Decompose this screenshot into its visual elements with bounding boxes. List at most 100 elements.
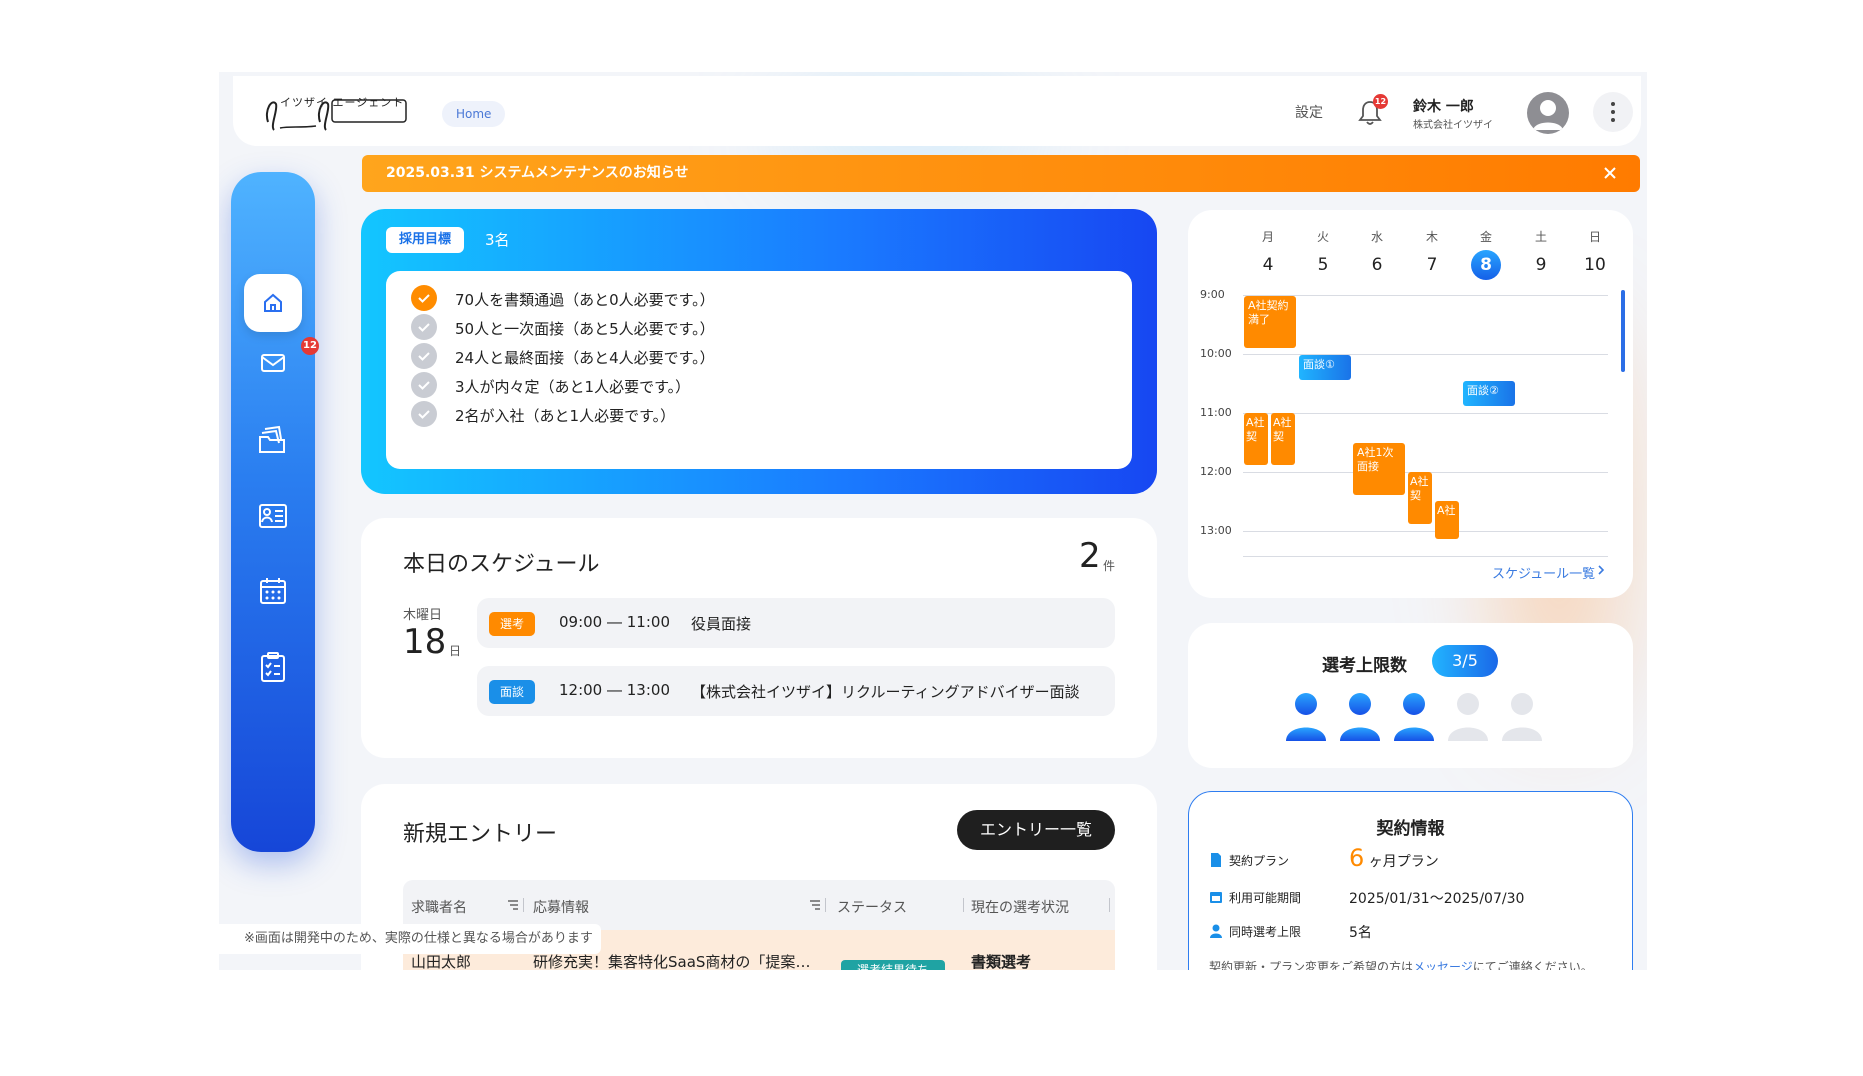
notification-badge: 12 — [1373, 94, 1388, 109]
calendar-event[interactable]: A社契 — [1408, 472, 1432, 524]
logo-text: イツザイ エージェント — [280, 96, 405, 109]
contract-plan-unit: ヶ月プラン — [1368, 854, 1439, 870]
user-company: 株式会社イツザイ — [1413, 120, 1493, 131]
calendar-icon — [1210, 892, 1222, 903]
filter-icon[interactable] — [809, 899, 821, 911]
logo[interactable]: イツザイ エージェント — [260, 92, 410, 136]
schedule-list-link[interactable]: スケジュール一覧 — [1492, 563, 1595, 582]
calendar-hour: 12:00 — [1200, 465, 1232, 478]
contract-period-value: 2025/01/31〜2025/07/30 — [1349, 891, 1525, 907]
checklist-icon — [261, 652, 285, 682]
calendar-event[interactable]: A社1次面接 — [1353, 443, 1405, 495]
app-window: イツザイ エージェント Home 設定 12 鈴木 一郎 株式会社イツザイ 12 — [219, 72, 1647, 970]
sidebar: 12 — [231, 172, 319, 852]
contract-footer-pre: 契約更新・プラン変更をご希望の方は — [1209, 960, 1414, 970]
mail-icon — [261, 354, 285, 372]
calendar-event[interactable]: A社契約満了 — [1244, 296, 1296, 348]
message-link[interactable]: メッセージ — [1413, 960, 1473, 970]
column-header-name[interactable]: 求職者名 — [411, 897, 467, 917]
close-icon[interactable] — [1600, 155, 1620, 192]
schedule-day-unit: 日 — [449, 644, 462, 658]
calendar-date[interactable]: 4 — [1253, 250, 1283, 280]
schedule-time: 09:00 ― 11:00 — [559, 613, 670, 631]
filter-icon[interactable] — [507, 899, 519, 911]
more-menu-icon[interactable] — [1593, 92, 1633, 132]
development-note: ※画面は開発中のため、実際の仕様と異なる場合があります — [219, 924, 601, 954]
calendar-event[interactable]: A社 — [1435, 501, 1459, 539]
calendar-event[interactable]: 面談① — [1299, 355, 1351, 380]
schedule-badge: 面談 — [489, 680, 536, 704]
column-divider — [963, 898, 964, 912]
breadcrumb-home[interactable]: Home — [442, 101, 506, 127]
sidebar-item-calendar[interactable] — [244, 562, 302, 620]
calendar-gridline — [1243, 556, 1608, 557]
column-header-status[interactable]: ステータス — [837, 897, 907, 917]
entry-stage: 書類選考 — [971, 953, 1032, 970]
maintenance-notice[interactable]: 2025.03.31 システムメンテナンスのお知らせ — [362, 155, 1640, 192]
column-header-job[interactable]: 応募情報 — [533, 897, 589, 917]
contract-footer: 契約更新・プラン変更をご希望の方はメッセージにてご連絡ください。 — [1209, 958, 1593, 970]
check-icon — [411, 343, 437, 369]
calendar-date[interactable]: 6 — [1362, 250, 1392, 280]
entries-title: 新規エントリー — [403, 822, 558, 847]
calendar-dow: 月 — [1261, 230, 1274, 244]
calendar-date[interactable]: 10 — [1580, 250, 1610, 280]
calendar-gridline — [1243, 295, 1608, 296]
schedule-item[interactable]: 選考 09:00 ― 11:00 役員面接 — [477, 598, 1115, 648]
goal-count: 3名 — [485, 231, 510, 249]
sidebar-item-jobs[interactable] — [244, 486, 302, 544]
calendar-event[interactable]: 面談② — [1463, 381, 1515, 406]
calendar-event[interactable]: A社契 — [1244, 413, 1268, 465]
column-divider — [1109, 898, 1110, 912]
profile-list-icon — [259, 504, 287, 528]
avatar[interactable] — [1527, 92, 1569, 134]
status-badge: 選考結果待ち — [841, 960, 945, 970]
sidebar-item-documents[interactable] — [244, 410, 302, 468]
calendar-dow: 木 — [1425, 230, 1438, 244]
calendar-date-today[interactable]: 8 — [1471, 250, 1501, 280]
schedule-item[interactable]: 面談 12:00 ― 13:00 【株式会社イツザイ】リクルーティングアドバイザ… — [477, 666, 1115, 716]
goal-text: 2名が入社（あと1人必要です。） — [455, 407, 676, 425]
messages-badge: 12 — [301, 337, 319, 355]
schedule-text: 【株式会社イツザイ】リクルーティングアドバイザー面談 — [691, 683, 1080, 701]
goal-tag: 採用目標 — [386, 227, 465, 253]
schedule-count-unit: 件 — [1103, 559, 1116, 573]
calendar-date[interactable]: 9 — [1526, 250, 1556, 280]
notice-text: 2025.03.31 システムメンテナンスのお知らせ — [386, 165, 689, 181]
check-icon — [411, 401, 437, 427]
status-text: 選考結果待ち — [856, 963, 929, 970]
schedule-time: 12:00 ― 13:00 — [559, 681, 670, 699]
hiring-goals-card: 採用目標 3名 70人を書類通過（あと0人必要です。） 50人と一次面接（あと5… — [361, 209, 1157, 494]
check-icon — [411, 314, 437, 340]
column-header-stage[interactable]: 現在の選考状況 — [971, 897, 1069, 917]
sidebar-item-home[interactable] — [244, 274, 302, 332]
settings-link[interactable]: 設定 — [1295, 102, 1323, 122]
weekly-calendar: 月 火 水 木 金 土 日 4 5 6 7 8 9 10 9:00 10:00 … — [1188, 210, 1633, 598]
limit-label: 選考上限数 — [1322, 656, 1407, 676]
calendar-hour: 11:00 — [1200, 406, 1232, 419]
goal-list: 70人を書類通過（あと0人必要です。） 50人と一次面接（あと5人必要です。） … — [386, 271, 1132, 469]
calendar-date[interactable]: 5 — [1308, 250, 1338, 280]
calendar-scrollbar[interactable] — [1621, 290, 1625, 372]
chevron-right-icon[interactable] — [1596, 563, 1606, 577]
goal-text: 70人を書類通過（あと0人必要です。） — [455, 291, 715, 309]
schedule-badge: 選考 — [489, 612, 536, 636]
contract-limit-label: 同時選考上限 — [1229, 925, 1302, 939]
check-icon — [411, 285, 437, 311]
contract-footer-post: にてご連絡ください。 — [1472, 960, 1593, 970]
calendar-date[interactable]: 7 — [1417, 250, 1447, 280]
today-schedule-card: 本日のスケジュール 2 件 木曜日 18 日 選考 09:00 ― 11:00 … — [361, 518, 1157, 758]
calendar-dow: 金 — [1479, 230, 1492, 244]
calendar-dow: 水 — [1370, 230, 1383, 244]
calendar-event[interactable]: A社契 — [1271, 413, 1295, 465]
limit-value: 3/5 — [1432, 645, 1498, 677]
goal-text: 50人と一次面接（あと5人必要です。） — [455, 320, 715, 338]
person-icon — [1284, 691, 1328, 741]
contract-period-label: 利用可能期間 — [1229, 891, 1302, 905]
entry-list-button[interactable]: エントリー一覧 — [957, 810, 1115, 850]
person-icon-empty — [1500, 691, 1544, 741]
sidebar-item-tasks[interactable] — [244, 638, 302, 696]
calendar-dow: 土 — [1534, 230, 1547, 244]
person-icon — [1392, 691, 1436, 741]
sidebar-item-messages[interactable]: 12 — [244, 334, 319, 392]
